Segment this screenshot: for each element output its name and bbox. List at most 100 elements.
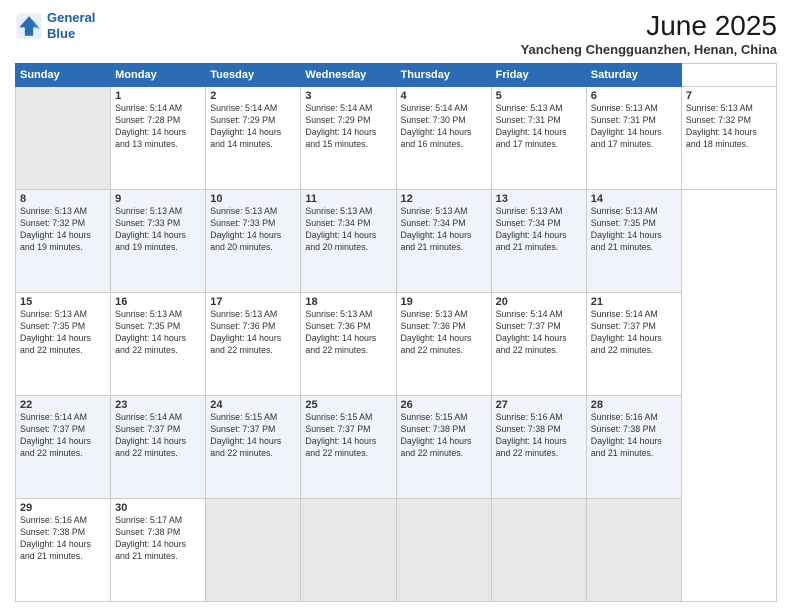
calendar-day-cell: 13Sunrise: 5:13 AMSunset: 7:34 PMDayligh… — [491, 190, 586, 293]
calendar-body: 1Sunrise: 5:14 AMSunset: 7:28 PMDaylight… — [16, 87, 777, 602]
day-info: Sunrise: 5:17 AMSunset: 7:38 PMDaylight:… — [115, 515, 201, 563]
calendar-empty-cell — [491, 499, 586, 602]
calendar-day-cell: 7Sunrise: 5:13 AMSunset: 7:32 PMDaylight… — [681, 87, 776, 190]
calendar-empty-cell — [586, 499, 681, 602]
day-number: 21 — [591, 296, 677, 308]
calendar-header-cell: Thursday — [396, 64, 491, 87]
calendar-header-cell: Saturday — [586, 64, 681, 87]
calendar-table: SundayMondayTuesdayWednesdayThursdayFrid… — [15, 63, 777, 602]
calendar-day-cell: 25Sunrise: 5:15 AMSunset: 7:37 PMDayligh… — [301, 396, 396, 499]
calendar-day-cell: 22Sunrise: 5:14 AMSunset: 7:37 PMDayligh… — [16, 396, 111, 499]
page: General Blue June 2025 Yancheng Chenggua… — [0, 0, 792, 612]
calendar-day-cell: 17Sunrise: 5:13 AMSunset: 7:36 PMDayligh… — [206, 293, 301, 396]
day-number: 3 — [305, 90, 391, 102]
calendar-day-cell: 3Sunrise: 5:14 AMSunset: 7:29 PMDaylight… — [301, 87, 396, 190]
day-number: 18 — [305, 296, 391, 308]
day-info: Sunrise: 5:13 AMSunset: 7:32 PMDaylight:… — [686, 103, 772, 151]
day-info: Sunrise: 5:14 AMSunset: 7:29 PMDaylight:… — [305, 103, 391, 151]
day-number: 22 — [20, 399, 106, 411]
header: General Blue June 2025 Yancheng Chenggua… — [15, 10, 777, 57]
day-number: 16 — [115, 296, 201, 308]
day-number: 12 — [401, 193, 487, 205]
day-number: 26 — [401, 399, 487, 411]
day-info: Sunrise: 5:13 AMSunset: 7:35 PMDaylight:… — [20, 309, 106, 357]
day-info: Sunrise: 5:13 AMSunset: 7:31 PMDaylight:… — [496, 103, 582, 151]
day-number: 8 — [20, 193, 106, 205]
logo-text: General Blue — [47, 10, 95, 41]
calendar-day-cell: 15Sunrise: 5:13 AMSunset: 7:35 PMDayligh… — [16, 293, 111, 396]
day-number: 29 — [20, 502, 106, 514]
day-number: 9 — [115, 193, 201, 205]
logo-line2: Blue — [47, 26, 75, 41]
logo-icon — [15, 12, 43, 40]
calendar-day-cell: 6Sunrise: 5:13 AMSunset: 7:31 PMDaylight… — [586, 87, 681, 190]
day-number: 20 — [496, 296, 582, 308]
calendar-day-cell: 23Sunrise: 5:14 AMSunset: 7:37 PMDayligh… — [111, 396, 206, 499]
calendar-day-cell: 26Sunrise: 5:15 AMSunset: 7:38 PMDayligh… — [396, 396, 491, 499]
day-info: Sunrise: 5:13 AMSunset: 7:34 PMDaylight:… — [401, 206, 487, 254]
calendar-week-row: 15Sunrise: 5:13 AMSunset: 7:35 PMDayligh… — [16, 293, 777, 396]
calendar-empty-cell — [16, 87, 111, 190]
calendar-week-row: 1Sunrise: 5:14 AMSunset: 7:28 PMDaylight… — [16, 87, 777, 190]
day-number: 7 — [686, 90, 772, 102]
day-info: Sunrise: 5:13 AMSunset: 7:36 PMDaylight:… — [401, 309, 487, 357]
day-info: Sunrise: 5:14 AMSunset: 7:37 PMDaylight:… — [115, 412, 201, 460]
calendar-day-cell: 9Sunrise: 5:13 AMSunset: 7:33 PMDaylight… — [111, 190, 206, 293]
day-number: 30 — [115, 502, 201, 514]
day-number: 24 — [210, 399, 296, 411]
day-info: Sunrise: 5:16 AMSunset: 7:38 PMDaylight:… — [20, 515, 106, 563]
calendar-day-cell: 10Sunrise: 5:13 AMSunset: 7:33 PMDayligh… — [206, 190, 301, 293]
calendar-empty-cell — [396, 499, 491, 602]
day-info: Sunrise: 5:14 AMSunset: 7:28 PMDaylight:… — [115, 103, 201, 151]
calendar-day-cell: 18Sunrise: 5:13 AMSunset: 7:36 PMDayligh… — [301, 293, 396, 396]
day-info: Sunrise: 5:14 AMSunset: 7:37 PMDaylight:… — [591, 309, 677, 357]
calendar-day-cell: 24Sunrise: 5:15 AMSunset: 7:37 PMDayligh… — [206, 396, 301, 499]
day-number: 25 — [305, 399, 391, 411]
calendar-header-cell: Friday — [491, 64, 586, 87]
day-number: 15 — [20, 296, 106, 308]
day-info: Sunrise: 5:15 AMSunset: 7:37 PMDaylight:… — [210, 412, 296, 460]
day-info: Sunrise: 5:13 AMSunset: 7:35 PMDaylight:… — [115, 309, 201, 357]
day-info: Sunrise: 5:13 AMSunset: 7:34 PMDaylight:… — [305, 206, 391, 254]
day-number: 11 — [305, 193, 391, 205]
calendar-day-cell: 20Sunrise: 5:14 AMSunset: 7:37 PMDayligh… — [491, 293, 586, 396]
calendar-day-cell: 29Sunrise: 5:16 AMSunset: 7:38 PMDayligh… — [16, 499, 111, 602]
day-info: Sunrise: 5:13 AMSunset: 7:35 PMDaylight:… — [591, 206, 677, 254]
day-info: Sunrise: 5:14 AMSunset: 7:29 PMDaylight:… — [210, 103, 296, 151]
day-info: Sunrise: 5:13 AMSunset: 7:34 PMDaylight:… — [496, 206, 582, 254]
calendar-day-cell: 21Sunrise: 5:14 AMSunset: 7:37 PMDayligh… — [586, 293, 681, 396]
calendar-empty-cell — [206, 499, 301, 602]
calendar-day-cell: 14Sunrise: 5:13 AMSunset: 7:35 PMDayligh… — [586, 190, 681, 293]
calendar-day-cell: 12Sunrise: 5:13 AMSunset: 7:34 PMDayligh… — [396, 190, 491, 293]
day-info: Sunrise: 5:13 AMSunset: 7:36 PMDaylight:… — [305, 309, 391, 357]
calendar-day-cell: 11Sunrise: 5:13 AMSunset: 7:34 PMDayligh… — [301, 190, 396, 293]
day-number: 1 — [115, 90, 201, 102]
day-number: 27 — [496, 399, 582, 411]
location-subtitle: Yancheng Chengguanzhen, Henan, China — [521, 42, 777, 57]
day-info: Sunrise: 5:15 AMSunset: 7:37 PMDaylight:… — [305, 412, 391, 460]
calendar-header-cell: Monday — [111, 64, 206, 87]
day-info: Sunrise: 5:14 AMSunset: 7:37 PMDaylight:… — [496, 309, 582, 357]
calendar-day-cell: 19Sunrise: 5:13 AMSunset: 7:36 PMDayligh… — [396, 293, 491, 396]
day-number: 6 — [591, 90, 677, 102]
calendar-header-row: SundayMondayTuesdayWednesdayThursdayFrid… — [16, 64, 777, 87]
title-section: June 2025 Yancheng Chengguanzhen, Henan,… — [521, 10, 777, 57]
day-number: 4 — [401, 90, 487, 102]
day-info: Sunrise: 5:13 AMSunset: 7:36 PMDaylight:… — [210, 309, 296, 357]
calendar-day-cell: 16Sunrise: 5:13 AMSunset: 7:35 PMDayligh… — [111, 293, 206, 396]
day-number: 13 — [496, 193, 582, 205]
logo: General Blue — [15, 10, 95, 41]
calendar-day-cell: 28Sunrise: 5:16 AMSunset: 7:38 PMDayligh… — [586, 396, 681, 499]
day-info: Sunrise: 5:13 AMSunset: 7:32 PMDaylight:… — [20, 206, 106, 254]
day-info: Sunrise: 5:14 AMSunset: 7:37 PMDaylight:… — [20, 412, 106, 460]
day-number: 19 — [401, 296, 487, 308]
day-number: 10 — [210, 193, 296, 205]
logo-line1: General — [47, 10, 95, 25]
day-info: Sunrise: 5:13 AMSunset: 7:33 PMDaylight:… — [115, 206, 201, 254]
day-info: Sunrise: 5:16 AMSunset: 7:38 PMDaylight:… — [496, 412, 582, 460]
calendar-day-cell: 30Sunrise: 5:17 AMSunset: 7:38 PMDayligh… — [111, 499, 206, 602]
month-title: June 2025 — [521, 10, 777, 42]
day-info: Sunrise: 5:13 AMSunset: 7:33 PMDaylight:… — [210, 206, 296, 254]
calendar-week-row: 29Sunrise: 5:16 AMSunset: 7:38 PMDayligh… — [16, 499, 777, 602]
day-number: 23 — [115, 399, 201, 411]
